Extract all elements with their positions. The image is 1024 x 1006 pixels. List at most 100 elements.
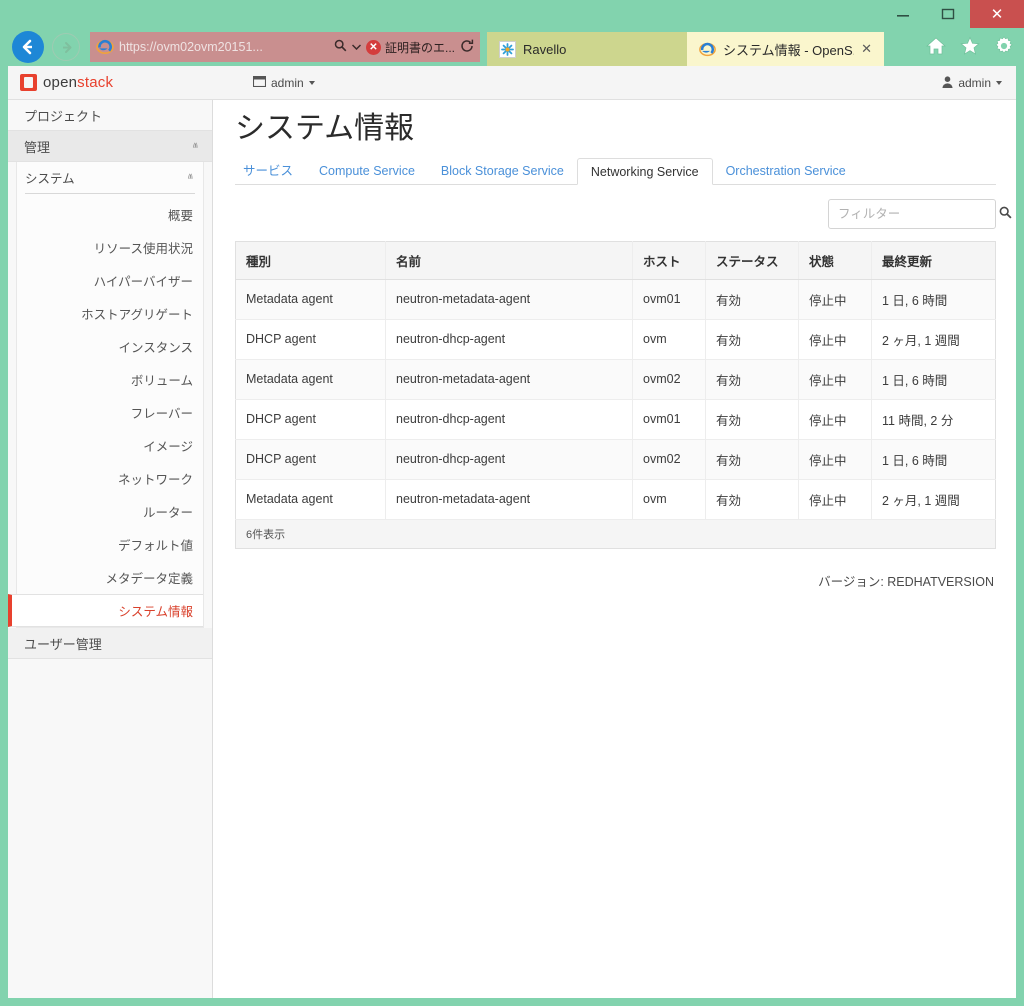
cell-name: neutron-dhcp-agent (386, 439, 633, 479)
cell-status: 有効 (706, 439, 799, 479)
version-text: バージョン: REDHATVERSION (235, 549, 996, 590)
certificate-error-text: 証明書のエ... (385, 39, 455, 56)
window-controls: ✕ (880, 0, 1024, 28)
table-row[interactable]: Metadata agent neutron-metadata-agent ov… (236, 279, 996, 319)
sidebar: プロジェクト ⱟ 管理 ⱞ システム ⱞ 概要 リソース使用状況 ハイパーバイザ… (8, 100, 213, 998)
cell-kind: DHCP agent (236, 439, 386, 479)
cell-host: ovm01 (633, 399, 706, 439)
page-title: システム情報 (235, 112, 996, 147)
table-row[interactable]: Metadata agent neutron-metadata-agent ov… (236, 359, 996, 399)
cell-kind: DHCP agent (236, 319, 386, 359)
tab-networking-service[interactable]: Networking Service (577, 158, 713, 185)
filter-input[interactable] (838, 207, 999, 221)
cell-status: 有効 (706, 479, 799, 519)
browser-tab-title: システム情報 - OpenS... (723, 40, 854, 59)
column-header-last-updated[interactable]: 最終更新 (872, 241, 996, 279)
openstack-logo[interactable]: openstack (20, 74, 235, 91)
sidebar-item-routers[interactable]: ルーター (17, 495, 203, 528)
tab-label: サービス (243, 164, 293, 178)
sidebar-group-project[interactable]: プロジェクト ⱟ (8, 100, 212, 131)
table-head: 種別 名前 ホスト ステータス 状態 最終更新 (236, 241, 996, 279)
column-header-name[interactable]: 名前 (386, 241, 633, 279)
sidebar-item-label: ボリューム (131, 370, 193, 389)
sidebar-item-images[interactable]: イメージ (17, 429, 203, 462)
sidebar-item-label: ハイパーバイザー (94, 271, 193, 290)
browser-tab-ravello[interactable]: Ravello (487, 32, 687, 66)
forward-button[interactable] (52, 33, 80, 61)
table-row[interactable]: Metadata agent neutron-metadata-agent ov… (236, 479, 996, 519)
favorites-star-icon[interactable] (960, 36, 980, 56)
ie-icon (699, 41, 716, 58)
sidebar-item-overview[interactable]: 概要 (17, 198, 203, 231)
page-body: プロジェクト ⱟ 管理 ⱞ システム ⱞ 概要 リソース使用状況 ハイパーバイザ… (8, 100, 1016, 998)
certificate-error-icon: ✕ (366, 40, 381, 55)
tab-orchestration-service[interactable]: Orchestration Service (713, 158, 859, 185)
column-header-kind[interactable]: 種別 (236, 241, 386, 279)
tab-block-storage-service[interactable]: Block Storage Service (428, 158, 577, 185)
sidebar-item-system-information[interactable]: システム情報 (8, 594, 203, 627)
certificate-error-indicator[interactable]: ✕ 証明書のエ... (366, 39, 455, 56)
table-header-row: 種別 名前 ホスト ステータス 状態 最終更新 (236, 241, 996, 279)
minimize-button[interactable] (880, 0, 925, 28)
chevron-down-icon[interactable] (352, 43, 361, 52)
table-row[interactable]: DHCP agent neutron-dhcp-agent ovm 有効 停止中… (236, 319, 996, 359)
cell-name: neutron-metadata-agent (386, 479, 633, 519)
cell-host: ovm (633, 319, 706, 359)
browser-tab-title: Ravello (523, 42, 675, 57)
tab-close-icon[interactable]: ✕ (861, 41, 872, 57)
table-foot: 6件表示 (236, 519, 996, 548)
cell-kind: Metadata agent (236, 359, 386, 399)
user-menu[interactable]: admin (942, 66, 1002, 100)
refresh-icon[interactable] (460, 39, 474, 56)
sidebar-group-identity[interactable]: ユーザー管理 ⱟ (8, 628, 212, 659)
user-avatar-icon (942, 76, 953, 91)
sidebar-item-metadata-definitions[interactable]: メタデータ定義 (17, 561, 203, 594)
sidebar-item-label: ルーター (143, 502, 193, 521)
table-row[interactable]: DHCP agent neutron-dhcp-agent ovm01 有効 停… (236, 399, 996, 439)
search-icon[interactable] (999, 206, 1012, 222)
home-icon[interactable] (926, 36, 946, 56)
sidebar-item-host-aggregates[interactable]: ホストアグリゲート (17, 297, 203, 330)
search-icon[interactable] (334, 39, 347, 55)
table-row[interactable]: DHCP agent neutron-dhcp-agent ovm02 有効 停… (236, 439, 996, 479)
browser-window: ✕ https://ovm02ovm20151... ✕ 証明書のエ... Ra… (0, 0, 1024, 1006)
address-bar[interactable]: https://ovm02ovm20151... ✕ 証明書のエ... (90, 32, 480, 62)
filter-box[interactable] (828, 199, 996, 229)
cell-status: 有効 (706, 399, 799, 439)
sidebar-item-hypervisors[interactable]: ハイパーバイザー (17, 264, 203, 297)
cell-last-updated: 1 日, 6 時間 (872, 359, 996, 399)
page-viewport: openstack admin admin プロジェクト ⱟ 管理 ⱞ システム… (8, 66, 1016, 998)
column-header-state[interactable]: 状態 (799, 241, 872, 279)
sidebar-item-label: メタデータ定義 (105, 568, 193, 587)
close-button[interactable]: ✕ (970, 0, 1024, 28)
back-button[interactable] (12, 31, 44, 63)
sidebar-item-resource-usage[interactable]: リソース使用状況 (17, 231, 203, 264)
tab-services[interactable]: サービス (235, 158, 306, 185)
sidebar-item-flavors[interactable]: フレーバー (17, 396, 203, 429)
sidebar-item-volumes[interactable]: ボリューム (17, 363, 203, 396)
maximize-button[interactable] (925, 0, 970, 28)
cell-host: ovm01 (633, 279, 706, 319)
sidebar-subsection-system: システム ⱞ 概要 リソース使用状況 ハイパーバイザー ホストアグリゲート イン… (16, 162, 204, 628)
chevron-down-icon (309, 81, 315, 85)
cell-name: neutron-dhcp-agent (386, 319, 633, 359)
divider (25, 193, 195, 194)
sidebar-item-instances[interactable]: インスタンス (17, 330, 203, 363)
settings-gear-icon[interactable] (994, 36, 1014, 56)
user-menu-label: admin (958, 76, 991, 90)
cell-kind: Metadata agent (236, 479, 386, 519)
cell-last-updated: 2 ヶ月, 1 週間 (872, 479, 996, 519)
cell-state: 停止中 (799, 479, 872, 519)
table-footer-count: 6件表示 (236, 519, 996, 548)
sidebar-subsection-header[interactable]: システム ⱞ (17, 162, 203, 193)
project-selector[interactable]: admin (253, 76, 315, 90)
column-header-status[interactable]: ステータス (706, 241, 799, 279)
sidebar-group-admin[interactable]: 管理 ⱞ (8, 131, 212, 162)
column-header-host[interactable]: ホスト (633, 241, 706, 279)
sidebar-item-defaults[interactable]: デフォルト値 (17, 528, 203, 561)
sidebar-item-networks[interactable]: ネットワーク (17, 462, 203, 495)
cell-host: ovm02 (633, 439, 706, 479)
browser-tab-openstack[interactable]: システム情報 - OpenS... ✕ (687, 32, 884, 66)
tab-compute-service[interactable]: Compute Service (306, 158, 428, 185)
cell-kind: DHCP agent (236, 399, 386, 439)
